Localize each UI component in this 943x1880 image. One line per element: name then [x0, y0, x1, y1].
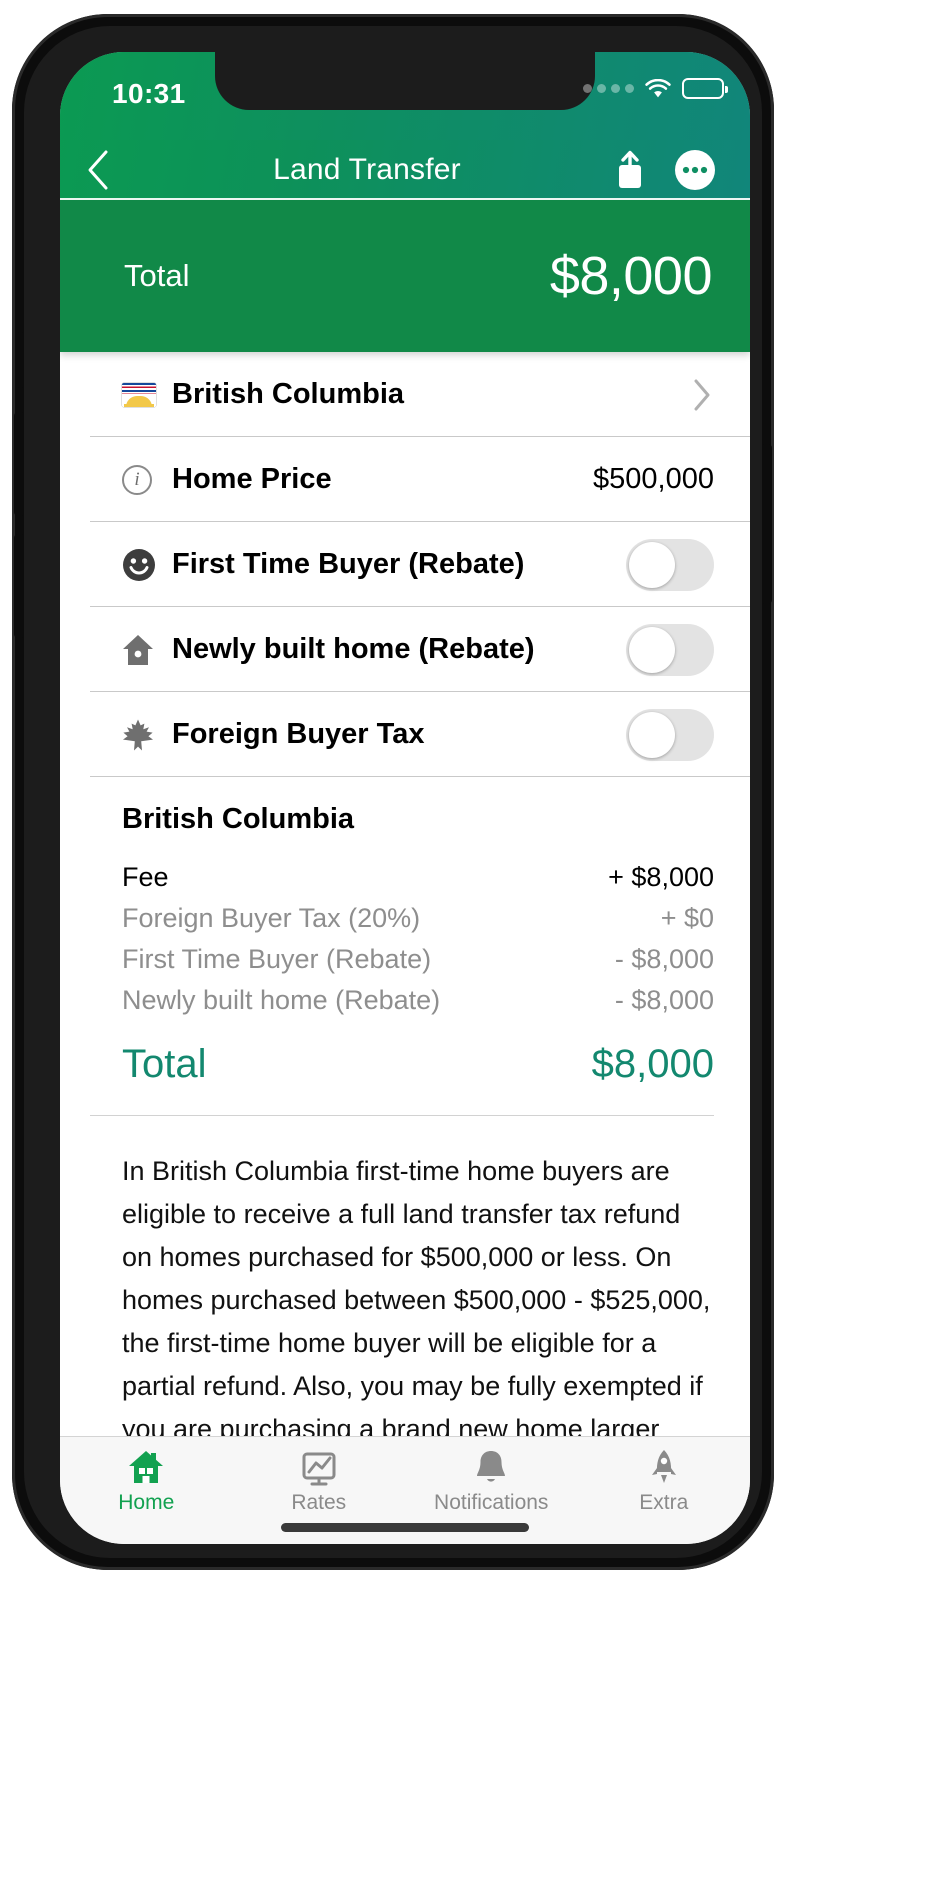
breakdown-total-value: $8,000 [591, 1042, 714, 1086]
home-indicator[interactable] [281, 1523, 529, 1532]
phone-bezel: Land Transfer 10:31 Total $8,000 British… [24, 26, 762, 1558]
power-button[interactable] [761, 444, 772, 604]
breakdown-line-fee: Fee + $8,000 [122, 862, 714, 893]
toggle-first-time-buyer[interactable] [626, 538, 714, 591]
bell-tab-icon [477, 1451, 506, 1482]
row-newly-built-home-label: Newly built home (Rebate) [172, 633, 535, 665]
breakdown-line-name: Newly built home (Rebate) [122, 985, 441, 1015]
chevron-left-icon [88, 150, 108, 190]
battery-full-icon [682, 78, 728, 99]
breakdown-total: Total $8,000 [122, 1042, 714, 1087]
house-icon [122, 633, 168, 667]
breakdown-line-value: - $8,000 [614, 985, 714, 1015]
rocket-tab-icon [651, 1450, 676, 1483]
status-indicators [583, 78, 728, 99]
toggle-newly-built-home[interactable] [626, 623, 714, 676]
phone-frame: Land Transfer 10:31 Total $8,000 British… [12, 14, 774, 1570]
maple-leaf-icon [122, 718, 168, 752]
total-banner: Total $8,000 [60, 200, 750, 352]
page-title: Land Transfer [273, 153, 461, 186]
toggle-foreign-buyer-tax[interactable] [626, 708, 714, 761]
breakdown-title: British Columbia [122, 803, 355, 835]
breakdown-line-newly-built-home: Newly built home (Rebate) - $8,000 [122, 985, 714, 1016]
row-home-price-value[interactable]: $500,000 [593, 463, 714, 496]
tab-rates-label: Rates [291, 1491, 347, 1514]
breakdown-line-value: + $0 [660, 903, 714, 933]
navigation-actions [612, 149, 750, 191]
row-home-price[interactable]: i Home Price $500,000 [60, 437, 750, 522]
row-first-time-buyer[interactable]: First Time Buyer (Rebate) [60, 522, 750, 607]
breakdown-line-name: First Time Buyer (Rebate) [122, 944, 432, 974]
row-foreign-buyer-tax-label: Foreign Buyer Tax [172, 718, 425, 750]
screenshot-stage: Land Transfer 10:31 Total $8,000 British… [0, 0, 943, 1880]
share-upload-icon [619, 150, 641, 188]
breakdown-line-foreign-buyer-tax: Foreign Buyer Tax (20%) + $0 [122, 903, 714, 934]
tab-notifications-label: Notifications [434, 1491, 549, 1514]
breakdown-line-name: Fee [122, 862, 169, 892]
status-time: 10:31 [112, 78, 186, 109]
tab-home-label: Home [118, 1491, 175, 1514]
breakdown-line-first-time-buyer: First Time Buyer (Rebate) - $8,000 [122, 944, 714, 975]
breakdown-line-name: Foreign Buyer Tax (20%) [122, 903, 421, 933]
more-ellipsis-icon [675, 150, 715, 190]
total-banner-value: $8,000 [549, 246, 713, 306]
total-banner-label: Total [124, 258, 190, 293]
breakdown-line-value: - $8,000 [614, 944, 714, 974]
tab-home[interactable]: Home [60, 1437, 233, 1544]
more-options-button[interactable] [674, 149, 716, 191]
row-first-time-buyer-label: First Time Buyer (Rebate) [172, 548, 525, 580]
tab-extra-label: Extra [639, 1491, 689, 1514]
chevron-right-icon [694, 379, 710, 410]
info-circle-icon[interactable]: i [122, 464, 168, 495]
share-button[interactable] [612, 150, 648, 190]
device-notch [215, 52, 595, 110]
row-province[interactable]: British Columbia [60, 352, 750, 437]
content-scroll-area[interactable]: British Columbia i Home Price $500,000 F… [60, 352, 750, 1436]
breakdown-total-label: Total [122, 1042, 207, 1086]
navigation-row: Land Transfer [60, 140, 750, 200]
navbar-divider [60, 198, 750, 200]
breakdown-divider [90, 1115, 714, 1116]
tab-extra[interactable]: Extra [578, 1437, 751, 1544]
row-province-label: British Columbia [172, 378, 405, 410]
row-newly-built-home[interactable]: Newly built home (Rebate) [60, 607, 750, 692]
info-paragraph: In British Columbia first-time home buye… [122, 1156, 711, 1436]
breakdown-section: British Columbia Fee + $8,000 Foreign Bu… [60, 777, 750, 1116]
house-tab-icon [129, 1451, 164, 1483]
wifi-icon [645, 78, 671, 97]
row-home-price-label: Home Price [172, 463, 332, 495]
breakdown-line-value: + $8,000 [608, 862, 714, 892]
flag-british-columbia-icon [122, 382, 168, 407]
chart-line-tab-icon [302, 1452, 336, 1486]
signal-dots-icon [583, 84, 634, 93]
phone-screen: Land Transfer 10:31 Total $8,000 British… [60, 52, 750, 1544]
smiley-face-icon [122, 548, 168, 582]
row-foreign-buyer-tax[interactable]: Foreign Buyer Tax [60, 692, 750, 777]
